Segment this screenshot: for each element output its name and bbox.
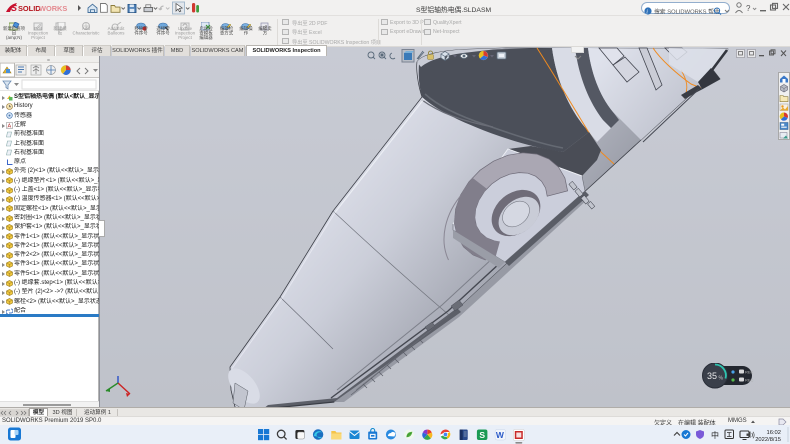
svg-text:S: S	[479, 430, 485, 440]
svg-text:SOLID: SOLID	[18, 4, 41, 13]
svg-text:搜索 SOLIDWORKS 帮助: 搜索 SOLIDWORKS 帮助	[654, 8, 720, 16]
svg-text:16:02: 16:02	[766, 430, 781, 436]
svg-text:S: S	[11, 3, 17, 13]
svg-text:WORKS: WORKS	[39, 4, 67, 13]
svg-text:?: ?	[746, 4, 751, 13]
svg-text:W: W	[496, 430, 505, 440]
svg-text:%: %	[719, 376, 724, 382]
svg-text:2022/8/15: 2022/8/15	[755, 437, 781, 443]
svg-text:REC: REC	[745, 370, 754, 375]
svg-text:REC: REC	[745, 378, 754, 383]
svg-text:中: 中	[711, 430, 719, 440]
svg-text:35: 35	[707, 371, 717, 381]
svg-text:A: A	[8, 123, 12, 129]
